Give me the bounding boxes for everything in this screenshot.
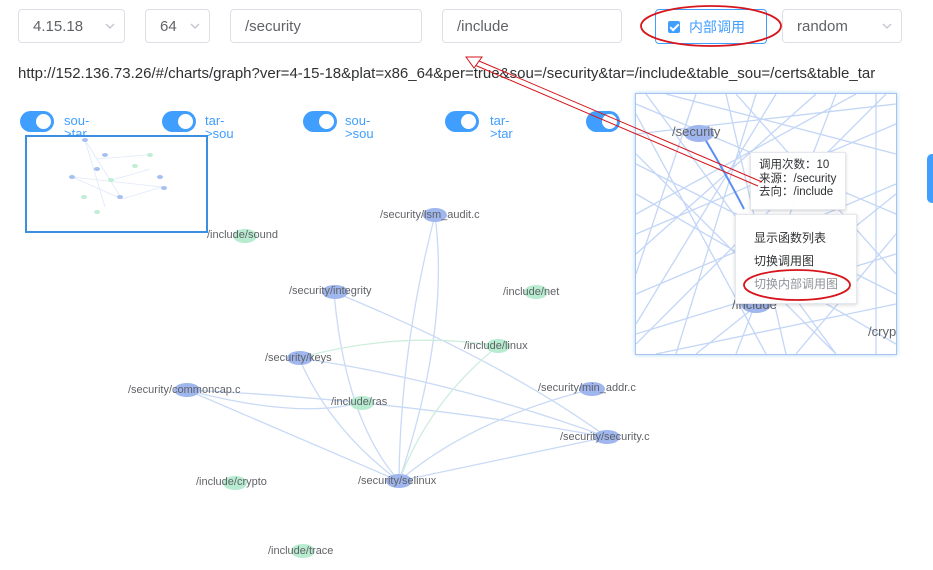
graph-node-label: /security/commoncap.c [128,384,241,396]
tooltip-source-value: /security [793,172,837,185]
graph-edge [398,214,440,482]
menu-item-show-function-list[interactable]: 显示函数列表 [754,229,826,246]
tooltip-source-label: 来源： [759,172,794,185]
tooltip-target-value: /include [793,186,834,198]
minimap-graph [69,138,167,214]
graph-node-label: /include/sound [207,229,278,241]
graph-node-label: /include/net [503,286,560,298]
minimap[interactable] [25,135,208,233]
side-panel-handle[interactable] [927,154,933,203]
graph-node-label: /include/crypto [196,476,267,488]
edge-tooltip: 调用次数：10 来源：/security 去向：/include [750,152,846,210]
menu-item-switch-call-graph[interactable]: 切换调用图 [754,252,814,269]
graph-edge [398,345,499,482]
graph-node-label: /security/security.c [560,431,650,443]
graph-node-label: /security/selinux [358,475,437,487]
graph-node-label: /security/integrity [289,285,372,297]
graph-edge [186,389,608,438]
graph-edge [333,291,400,482]
graph-node-label: /security/lsm_audit.c [380,209,480,221]
zoom-label-security: /security [672,124,721,139]
tooltip-count-label: 调用次数： [759,159,817,171]
menu-item-switch-internal-call-graph[interactable]: 切换内部调用图 [754,275,838,292]
graph-node-label: /security/min_addr.c [538,382,636,394]
tooltip-count-value: 10 [816,159,830,171]
graph-node-label: /include/linux [464,340,528,352]
tooltip-target-label: 去向： [759,186,794,198]
context-menu: 显示函数列表 切换调用图 切换内部调用图 [735,214,857,304]
graph-node-label: /include/trace [268,545,334,557]
graph-node-label: /include/ras [331,396,388,408]
graph-node-label: /security/keys [265,352,332,364]
zoom-label-crypto: /cryp [868,324,897,339]
